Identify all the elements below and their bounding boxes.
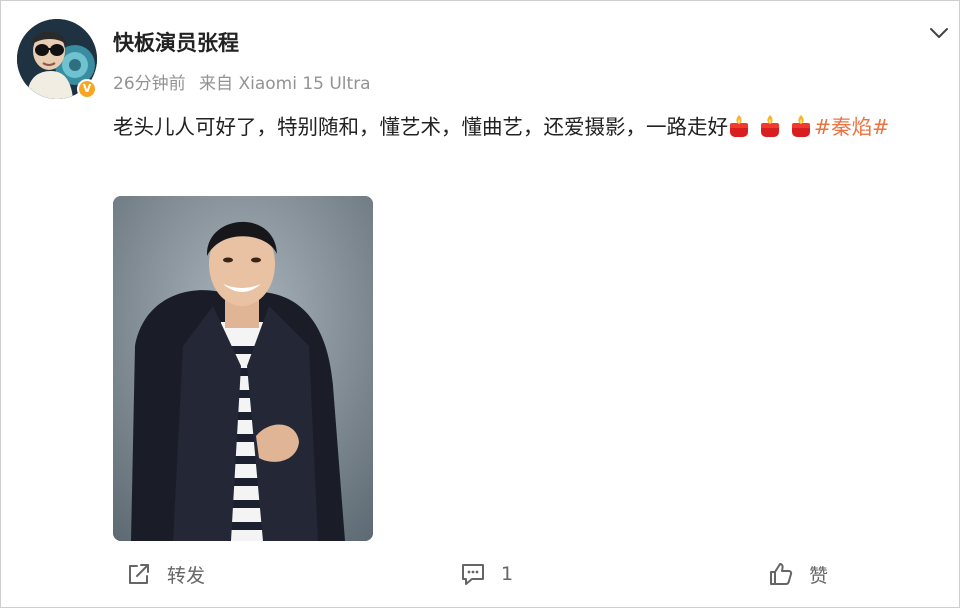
portrait-photo [113,196,373,541]
fire-icon [761,115,779,137]
hashtag-link[interactable]: #秦焰# [814,115,889,139]
thumbs-up-icon [770,563,793,585]
comment-icon [462,564,484,585]
post-source: 来自 Xiaomi 15 Ultra [199,74,371,94]
comment-count: 1 [501,563,514,585]
post-time: 26分钟前 [113,74,186,94]
post-body: 老头儿人可好了，特别随和，懂艺术，懂曲艺，还爱摄影，一路走好 [113,115,728,139]
comment-button[interactable]: 1 [459,559,513,589]
chevron-down-icon[interactable] [927,21,951,45]
like-button[interactable]: 赞 [767,559,828,589]
post-meta: 26分钟前 来自 Xiaomi 15 Ultra [113,69,379,94]
verified-badge-icon: V [77,79,97,99]
repost-icon [129,564,149,584]
repost-button[interactable]: 转发 [125,559,205,589]
repost-label: 转发 [167,564,206,587]
fire-icon [792,115,810,137]
like-label: 赞 [809,564,829,587]
action-bar: 转发 1 赞 [1,553,960,595]
post-card: V 快板演员张程 26分钟前 来自 Xiaomi 15 Ultra 老头儿人可好… [0,0,960,608]
fire-icon [730,115,748,137]
post-image[interactable] [113,196,373,541]
username[interactable]: 快板演员张程 [113,27,239,57]
post-text: 老头儿人可好了，特别随和，懂艺术，懂曲艺，还爱摄影，一路走好 #秦焰# [113,109,949,145]
